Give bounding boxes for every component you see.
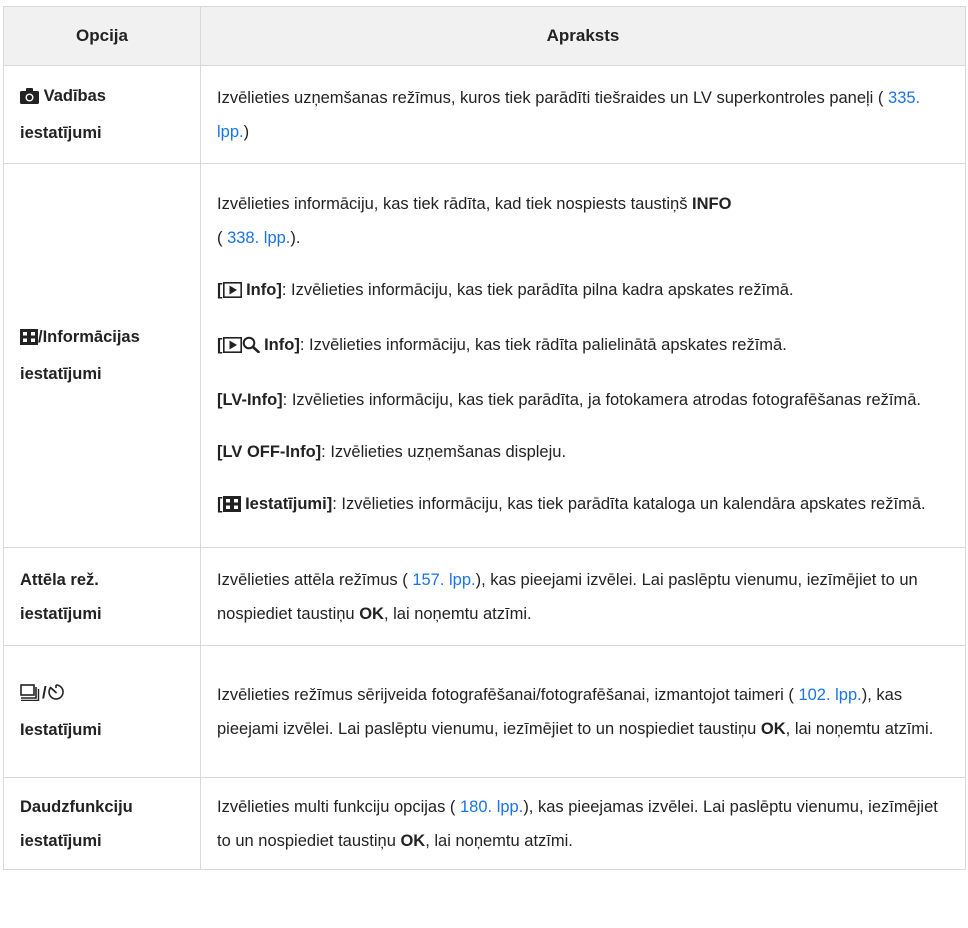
info-index-item: [ Iestatījumi]: Izvēlieties informāciju,… bbox=[217, 487, 949, 524]
index-display-icon bbox=[222, 490, 241, 524]
description-multifunction: Izvēlieties multi funkciju opcijas ( 180… bbox=[200, 777, 966, 870]
description-picture-mode: Izvēlieties attēla režīmus ( 157. lpp.),… bbox=[200, 547, 966, 646]
option-drive-settings: / Iestatījumi bbox=[3, 645, 201, 778]
header-description: Apraksts bbox=[200, 6, 966, 66]
info-zoom-item: [ Info]: Izvēlieties informāciju, kas ti… bbox=[217, 328, 949, 365]
page-link-102[interactable]: 102. lpp. bbox=[794, 686, 861, 704]
info-lv-item: [LV-Info]: Izvēlieties informāciju, kas … bbox=[217, 391, 921, 409]
self-timer-icon bbox=[47, 679, 65, 713]
option-multifunction: Daudzfunkciju iestatījumi bbox=[3, 777, 201, 870]
settings-table: Opcija Apraksts Vadības iestatījumi Izvē… bbox=[3, 6, 966, 870]
ok-key: OK bbox=[359, 604, 384, 623]
table-row-multifunction: Daudzfunkciju iestatījumi Izvēlieties mu… bbox=[3, 777, 966, 870]
page-link-157[interactable]: 157. lpp. bbox=[408, 571, 475, 589]
table-row-picture-mode: Attēla rež. iestatījumi Izvēlieties attē… bbox=[3, 547, 966, 646]
ok-key: OK bbox=[400, 831, 426, 850]
option-label: Iestatījumi bbox=[20, 721, 102, 739]
table-row-drive-settings: / Iestatījumi Izvēlieties režīmus sērijv… bbox=[3, 645, 966, 778]
camera-icon bbox=[20, 82, 39, 116]
header-option: Opcija bbox=[3, 6, 201, 66]
table-header-row: Opcija Apraksts bbox=[3, 6, 966, 66]
description-drive-settings: Izvēlieties režīmus sērijveida fotografē… bbox=[200, 645, 966, 778]
option-picture-mode: Attēla rež. iestatījumi bbox=[3, 547, 201, 646]
info-intro: Izvēlieties informāciju, kas tiek rādīta… bbox=[217, 195, 732, 247]
magnify-icon bbox=[242, 331, 260, 365]
index-display-icon bbox=[20, 323, 38, 357]
table-row-control-settings: Vadības iestatījumi Izvēlieties uzņemšan… bbox=[3, 65, 966, 164]
table-row-info-settings: /Informācijas iestatījumi Izvēlieties in… bbox=[3, 163, 966, 548]
playback-icon bbox=[222, 276, 242, 310]
description-info-settings: Izvēlieties informāciju, kas tiek rādīta… bbox=[200, 163, 966, 548]
playback-icon bbox=[222, 331, 242, 365]
ok-key: OK bbox=[760, 719, 786, 738]
option-info-settings: /Informācijas iestatījumi bbox=[3, 163, 201, 548]
info-playback-item: [ Info]: Izvēlieties informāciju, kas ti… bbox=[217, 273, 949, 310]
info-lv-off-item: [LV OFF-Info]: Izvēlieties uzņemšanas di… bbox=[217, 443, 567, 461]
page-link-338[interactable]: 338. lpp. bbox=[223, 229, 290, 247]
page-link-180[interactable]: 180. lpp. bbox=[455, 798, 523, 816]
description-control-settings: Izvēlieties uzņemšanas režīmus, kuros ti… bbox=[200, 65, 966, 164]
option-control-settings: Vadības iestatījumi bbox=[3, 65, 201, 164]
sequential-shooting-icon bbox=[20, 679, 42, 713]
